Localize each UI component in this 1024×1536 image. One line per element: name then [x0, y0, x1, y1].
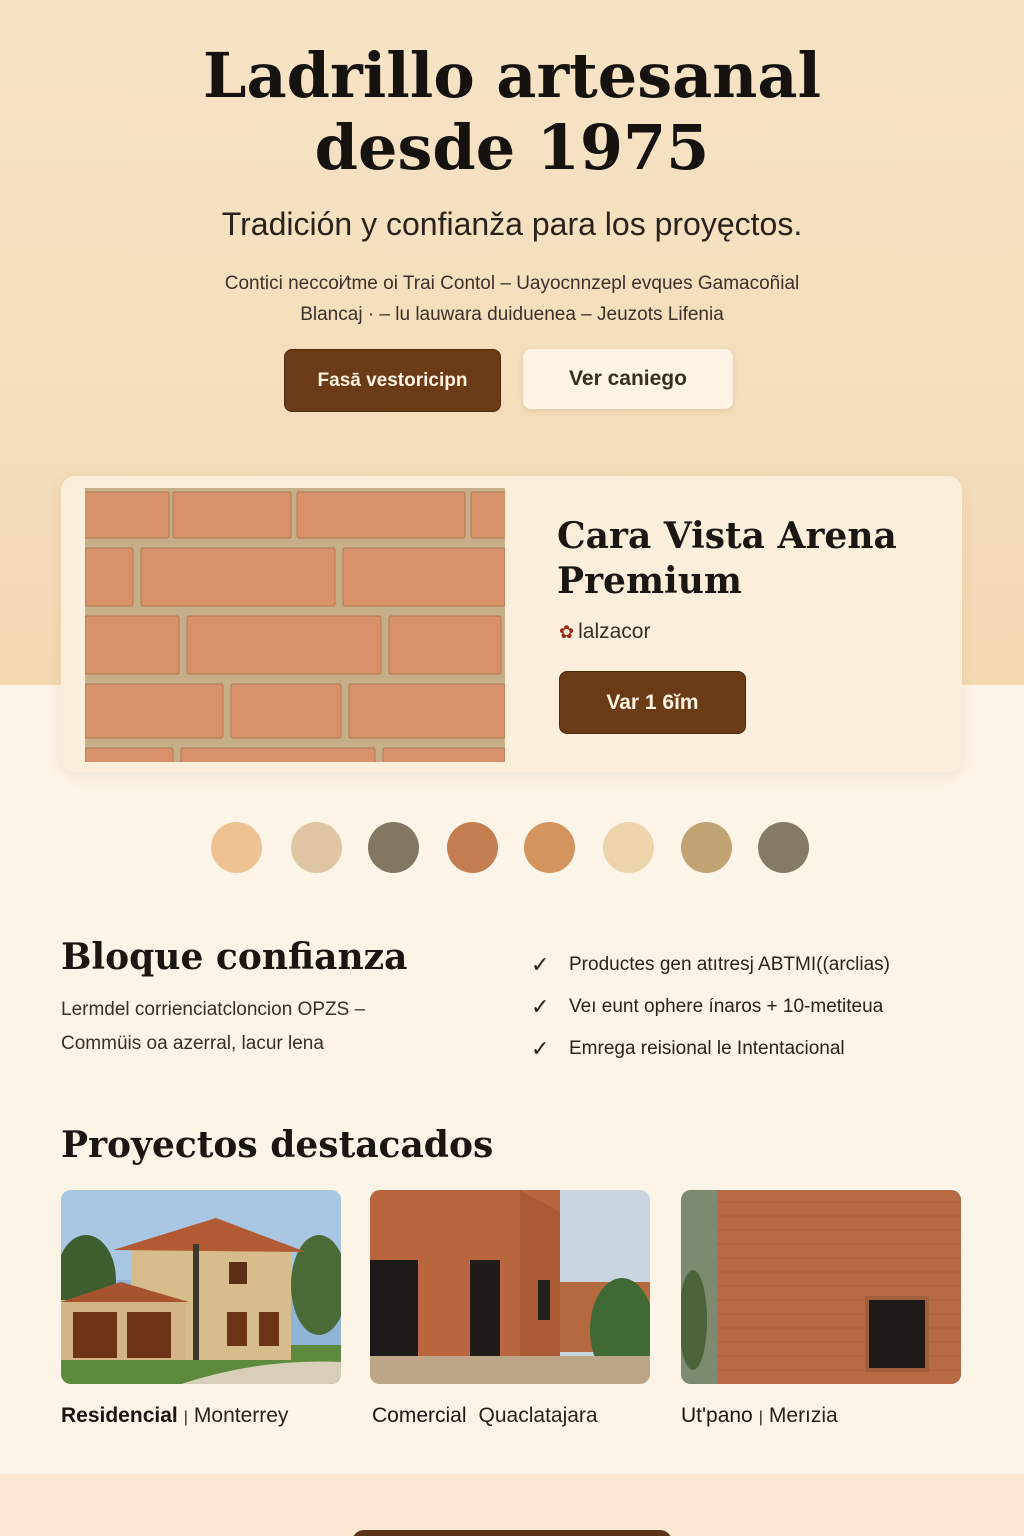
color-swatch[interactable]: [291, 822, 342, 873]
trust-text-line1: Lermdel corrienciatcloncion OPZS –: [61, 999, 366, 1020]
color-swatch[interactable]: [758, 822, 809, 873]
product-maker-label: lalzacor: [578, 620, 651, 643]
project-category: Comercial: [372, 1404, 467, 1427]
project-city: Merızia: [768, 1404, 838, 1427]
color-swatch[interactable]: [524, 822, 575, 873]
project-category: Residencial: [61, 1404, 178, 1427]
hero-desc-line1: Contici neccoi⁄tme oi Trai Contol – Uayo…: [224, 273, 800, 294]
check-item: ✓ Veı eunt ophere ínaros + 10-metiteua: [531, 986, 991, 1028]
hero-desc-line2: Blancaj · – lu lauwara duiduenea – Jeuzo…: [300, 304, 724, 325]
catalog-button[interactable]: Ver caniego: [523, 349, 733, 409]
color-swatches: [211, 822, 811, 874]
product-maker: ✿ lalzacor: [559, 620, 650, 644]
color-swatch[interactable]: [681, 822, 732, 873]
check-item: ✓ Emrega reisional le Intentacional: [531, 1028, 991, 1070]
projects-title: Proyectos destacados: [61, 1124, 494, 1166]
project-caption: Residencial | Monterrey: [61, 1404, 288, 1428]
caption-separator: |: [758, 1409, 763, 1426]
check-icon: ✓: [531, 1036, 550, 1061]
residential-house-image: [61, 1190, 341, 1384]
check-icon: ✓: [531, 952, 550, 977]
trust-checklist: ✓ Productes gen atıtresj ABTMI((arclias)…: [531, 944, 991, 1070]
brick-pattern: [85, 488, 505, 762]
footer-band: [0, 1474, 1024, 1536]
check-icon: ✓: [531, 994, 550, 1019]
hero-title-line1: Ladrillo artesanal: [202, 39, 822, 112]
project-city: Monterrey: [193, 1404, 289, 1427]
product-name-line1: Cara Vista Arena: [557, 515, 897, 557]
project-card-comercial[interactable]: [370, 1190, 650, 1384]
hero-title: Ladrillo artesanal desde 1975: [0, 40, 1024, 184]
color-swatch[interactable]: [211, 822, 262, 873]
project-caption: Ut'pano | Merızia: [681, 1404, 838, 1428]
color-swatch[interactable]: [603, 822, 654, 873]
trust-title: Bloque confianza: [61, 936, 408, 978]
hero-description: Contici neccoi⁄tme oi Trai Contol – Uayo…: [0, 268, 1024, 330]
color-swatch[interactable]: [447, 822, 498, 873]
commercial-building-image: [370, 1190, 650, 1384]
project-caption: Comercial Quaclatajara: [372, 1404, 598, 1428]
project-card-residencial[interactable]: [61, 1190, 341, 1384]
hero-subtitle: Tradición y confianža para los proyęctos…: [221, 206, 803, 242]
flame-icon: ✿: [559, 621, 575, 642]
check-item: ✓ Productes gen atıtresj ABTMI((arclias): [531, 944, 991, 986]
project-category: Ut'pano: [681, 1404, 753, 1427]
project-city: Quaclatajara: [478, 1404, 598, 1427]
primary-cta-button[interactable]: Fasā vestoricipn: [284, 349, 501, 412]
project-card-urbano[interactable]: [681, 1190, 961, 1384]
brick-wall-image: [85, 488, 505, 762]
urban-wall-image: [681, 1190, 961, 1384]
check-item-label: Productes gen atıtresj ABTMI((arclias): [569, 954, 890, 975]
product-name: Cara Vista Arena Premium: [557, 514, 937, 604]
check-item-label: Veı eunt ophere ínaros + 10-metiteua: [569, 996, 884, 1017]
spec-button[interactable]: Var 1 6ĭm: [559, 671, 746, 734]
trust-text-line2: Commüis oa azerral, lacur lena: [61, 1033, 324, 1054]
trust-text: Lermdel corrienciatcloncion OPZS – Commü…: [61, 993, 481, 1061]
color-swatch[interactable]: [368, 822, 419, 873]
featured-product-card: Cara Vista Arena Premium ✿ lalzacor Var …: [61, 476, 962, 772]
product-name-line2: Premium: [557, 560, 742, 602]
footer-button[interactable]: [352, 1530, 672, 1536]
hero-title-line2: desde 1975: [314, 111, 710, 184]
caption-separator: |: [183, 1409, 188, 1426]
check-item-label: Emrega reisional le Intentacional: [569, 1038, 845, 1059]
